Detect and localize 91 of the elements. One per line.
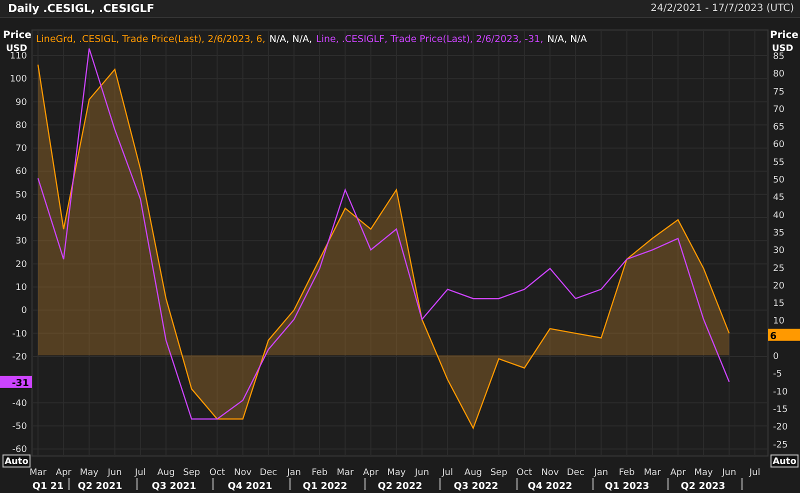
x-tick-label: May: [387, 468, 406, 478]
legend-text: N/A, N/A: [547, 34, 587, 45]
x-tick-label: Apr: [670, 468, 686, 478]
x-tick-label: Dec: [566, 468, 584, 478]
y-tick-label: 50: [16, 190, 27, 200]
y-tick-label: 85: [773, 52, 784, 62]
x-tick-label: Jul: [442, 468, 454, 478]
y-tick-label: 45: [773, 193, 784, 204]
y-tick-label: -40: [12, 398, 27, 409]
y-tick-label: 100: [10, 74, 27, 85]
quarter-label: Q3 2021: [152, 481, 196, 492]
x-tick-label: Sep: [490, 468, 508, 478]
y-tick-label: 70: [773, 104, 784, 115]
y-tick-label: 15: [773, 299, 784, 310]
y-tick-label: 10: [16, 283, 27, 293]
x-tick-label: Dec: [260, 468, 278, 478]
x-tick-label: Jun: [414, 468, 430, 478]
axis-title: Price: [770, 30, 798, 41]
value-badge: 6: [768, 328, 800, 342]
quarter-label: Q1 2023: [604, 481, 650, 492]
y-tick-label: 80: [773, 70, 784, 80]
auto-button[interactable]: Auto: [2, 454, 30, 468]
y-tick-label: 35: [773, 228, 784, 238]
x-tick-label: May: [80, 468, 98, 478]
chart-title: Daily .CESIGL, .CESIGLF: [8, 2, 154, 15]
x-tick-label: Feb: [618, 468, 635, 478]
y-tick-label: 60: [16, 167, 27, 178]
quarter-label: Q1 21: [32, 481, 64, 492]
y-tick-label: -10: [773, 387, 788, 398]
y-tick-label: 25: [773, 264, 784, 274]
x-tick-label: Nov: [234, 468, 252, 478]
x-tick-label: May: [694, 468, 713, 478]
x-tick-label: Aug: [157, 468, 175, 478]
y-tick-label: -50: [12, 422, 27, 432]
value-badge: -31: [0, 376, 32, 389]
x-tick-label: Feb: [312, 468, 328, 478]
y-tick-label: 65: [773, 122, 784, 133]
y-tick-label: 20: [773, 281, 784, 292]
axis-title: Price: [3, 30, 32, 41]
y-tick-label: 0: [21, 306, 27, 316]
x-tick-label: Apr: [56, 468, 72, 478]
x-tick-label: Oct: [209, 468, 225, 478]
x-tick-label: Mar: [336, 468, 354, 478]
quarter-label: Q4 2021: [228, 481, 272, 492]
x-tick-label: Oct: [516, 468, 532, 478]
y-tick-label: 20: [16, 260, 27, 270]
y-tick-label: -5: [773, 370, 782, 380]
y-tick-label: 40: [773, 210, 784, 221]
axis-unit: USD: [772, 44, 794, 54]
quarter-label: Q2 2023: [680, 481, 726, 492]
quarter-label: Q3 2022: [454, 481, 498, 492]
quarter-label: Q4 2022: [528, 481, 572, 492]
y-tick-label: 40: [16, 214, 27, 224]
y-tick-label: 60: [773, 140, 784, 150]
legend-text: LineGrd, .CESIGL, Trade Price(Last), 2/6/2023, 6,: [36, 34, 266, 45]
y-tick-label: 10: [773, 316, 784, 327]
x-tick-label: Mar: [644, 468, 661, 478]
auto-button[interactable]: Auto: [770, 454, 798, 468]
x-tick-label: Nov: [541, 468, 559, 478]
x-tick-label: Jul: [749, 468, 760, 478]
x-tick-label: Jul: [134, 468, 146, 478]
y-tick-label: -10: [12, 329, 27, 340]
y-tick-label: -25: [773, 440, 788, 450]
y-tick-label: 75: [773, 87, 784, 98]
y-tick-label: 70: [16, 144, 27, 154]
y-tick-label: 80: [16, 120, 27, 131]
legend-text: N/A, N/A,: [269, 34, 312, 45]
quarter-label: Q1 2022: [302, 481, 348, 492]
y-tick-label: 30: [773, 246, 784, 256]
y-tick-label: -20: [773, 422, 788, 433]
date-range: 24/2/2021 - 17/7/2023 (UTC): [650, 3, 794, 14]
y-tick-label: -20: [12, 352, 27, 362]
quarter-label: Q2 2021: [78, 481, 122, 492]
y-tick-label: 50: [773, 176, 784, 186]
y-tick-label: -60: [12, 445, 27, 456]
x-tick-label: Apr: [363, 468, 379, 478]
legend-text: Line, .CESIGLF, Trade Price(Last), 2/6/2023, -31,: [316, 34, 544, 45]
x-tick-label: Jun: [722, 468, 736, 478]
y-tick-label: 90: [16, 98, 27, 108]
x-tick-label: Jan: [594, 468, 608, 478]
x-tick-label: Sep: [183, 468, 200, 478]
y-tick-label: 55: [773, 158, 784, 168]
y-tick-label: 110: [10, 51, 27, 62]
y-tick-label: -15: [773, 404, 788, 415]
y-tick-label: 0: [773, 352, 779, 362]
x-tick-label: Mar: [30, 468, 46, 478]
x-tick-label: Jan: [287, 468, 301, 478]
x-tick-label: Aug: [464, 468, 482, 478]
quarter-label: Q2 2022: [378, 481, 422, 492]
x-tick-label: Jun: [108, 468, 122, 478]
y-tick-label: 30: [16, 236, 27, 247]
